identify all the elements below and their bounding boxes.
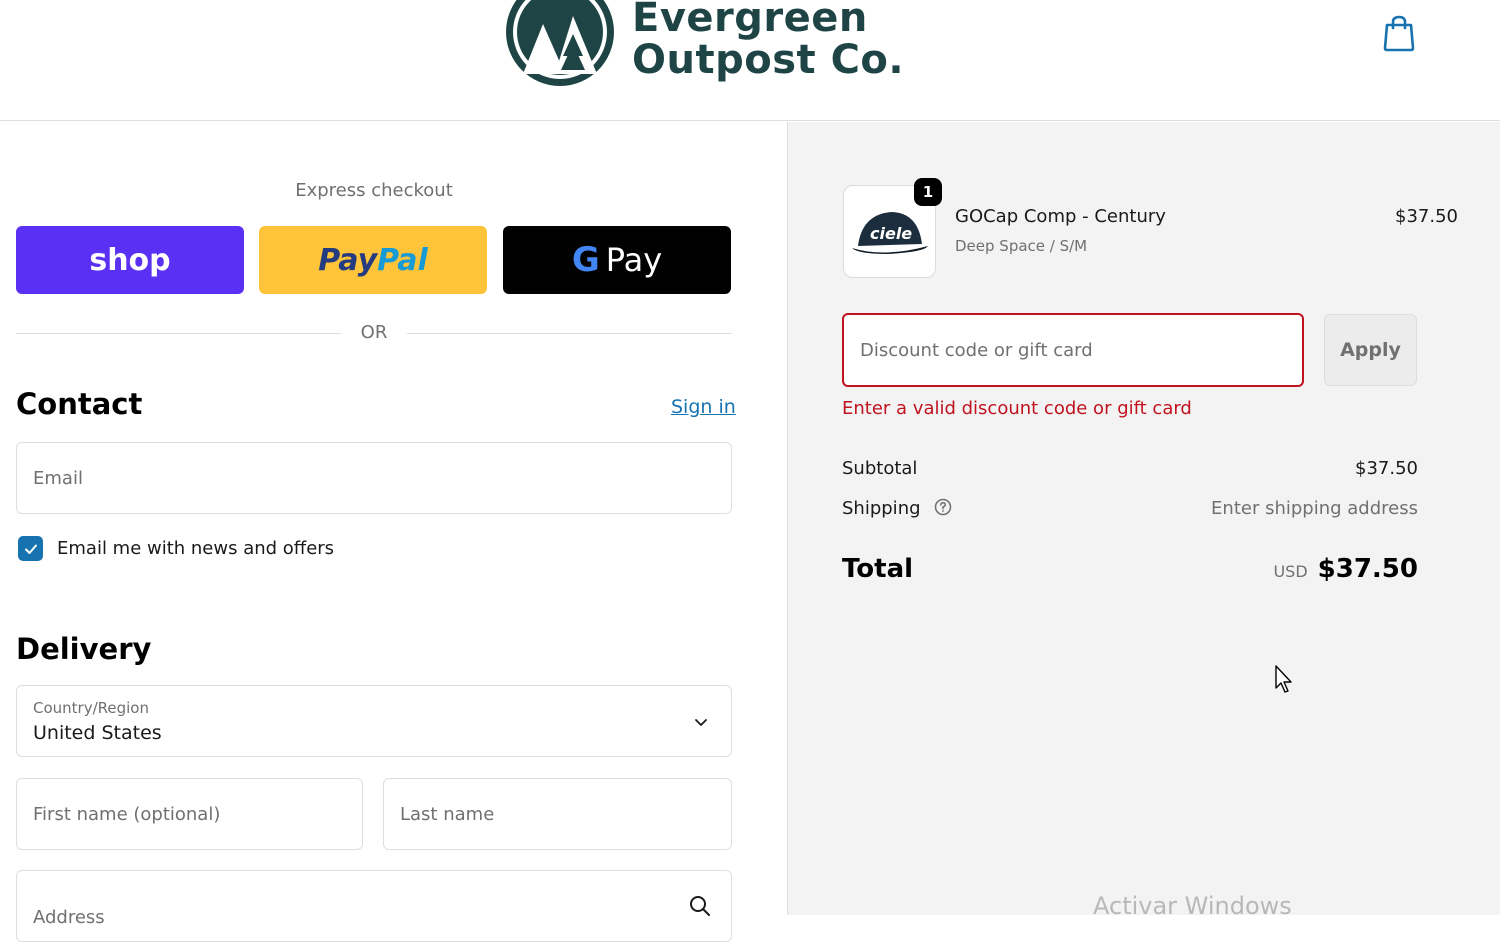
discount-code-input[interactable] <box>844 315 1302 385</box>
express-checkout-label: Express checkout <box>295 180 453 201</box>
checkmark-icon <box>24 544 37 554</box>
quantity-badge: 1 <box>914 178 942 206</box>
newsletter-checkbox[interactable] <box>18 536 43 561</box>
country-select[interactable]: Country/Region United States <box>16 685 732 757</box>
first-name-field[interactable] <box>16 778 363 850</box>
total-label: Total <box>842 554 914 584</box>
contact-heading: Contact <box>16 387 143 421</box>
discount-code-field[interactable] <box>842 313 1304 387</box>
google-pay-button[interactable]: G Pay <box>503 226 731 294</box>
address-input[interactable] <box>17 871 731 941</box>
subtotal-value: $37.50 <box>1355 458 1418 479</box>
total-amount: USD $37.50 <box>1273 554 1418 584</box>
subtotal-row: Subtotal $37.50 <box>842 458 1418 479</box>
shipping-value: Enter shipping address <box>1211 498 1418 519</box>
sign-in-link[interactable]: Sign in <box>671 396 736 418</box>
brand-logo[interactable]: Evergreen Outpost Co. <box>503 0 904 90</box>
paypal-button[interactable]: Pay Pal <box>259 226 487 294</box>
brand-name-line2: Outpost Co. <box>632 37 905 83</box>
newsletter-option[interactable]: Email me with news and offers <box>18 536 334 561</box>
product-variant: Deep Space / S/M <box>955 237 1088 255</box>
currency-code: USD <box>1273 562 1308 581</box>
country-select-label: Country/Region <box>33 699 149 717</box>
email-input[interactable] <box>17 443 731 513</box>
shipping-label: Shipping <box>842 498 921 519</box>
chevron-down-icon <box>695 719 707 726</box>
first-name-input[interactable] <box>17 779 362 849</box>
mouse-cursor-icon <box>1275 665 1292 693</box>
divider-line-right <box>407 333 732 334</box>
paypal-label-part2: Pal <box>377 242 428 278</box>
newsletter-label: Email me with news and offers <box>57 538 335 559</box>
evergreen-logo-mark-icon <box>506 0 614 86</box>
paypal-label-part1: Pay <box>318 242 378 278</box>
or-divider: OR <box>16 322 732 344</box>
address-field[interactable] <box>16 870 732 942</box>
total-row: Total USD $37.50 <box>842 554 1418 584</box>
google-g-icon: G <box>571 240 600 280</box>
search-icon <box>690 896 710 916</box>
windows-activation-watermark: Activar Windows <box>1093 892 1292 920</box>
email-field[interactable] <box>16 442 732 514</box>
total-value: $37.50 <box>1317 554 1418 584</box>
brand-name: Evergreen Outpost Co. <box>632 0 904 81</box>
shop-pay-label: shop <box>89 242 171 278</box>
shipping-row: Shipping Enter shipping address <box>842 498 1418 519</box>
brand-name-line1: Evergreen <box>632 0 868 41</box>
last-name-input[interactable] <box>384 779 731 849</box>
checkout-header: Evergreen Outpost Co. <box>0 0 1500 121</box>
shopping-bag-icon[interactable] <box>1382 14 1416 52</box>
product-name: GOCap Comp - Century <box>955 206 1166 227</box>
apply-discount-button[interactable]: Apply <box>1324 314 1417 386</box>
cap-logo-text: ciele <box>870 224 912 243</box>
help-circle-icon[interactable] <box>934 498 952 516</box>
delivery-heading: Delivery <box>16 632 152 666</box>
order-summary-column: ciele 1 GOCap Comp - Century Deep Space … <box>787 122 1500 920</box>
country-select-value: United States <box>33 722 162 744</box>
last-name-field[interactable] <box>383 778 732 850</box>
shop-pay-button[interactable]: shop <box>16 226 244 294</box>
subtotal-label: Subtotal <box>842 458 918 479</box>
google-pay-label: Pay <box>605 241 663 279</box>
discount-error-message: Enter a valid discount code or gift card <box>842 398 1192 419</box>
product-price: $37.50 <box>1395 206 1458 227</box>
checkout-form-column: Express checkout shop Pay Pal G Pay OR Co… <box>0 122 787 942</box>
